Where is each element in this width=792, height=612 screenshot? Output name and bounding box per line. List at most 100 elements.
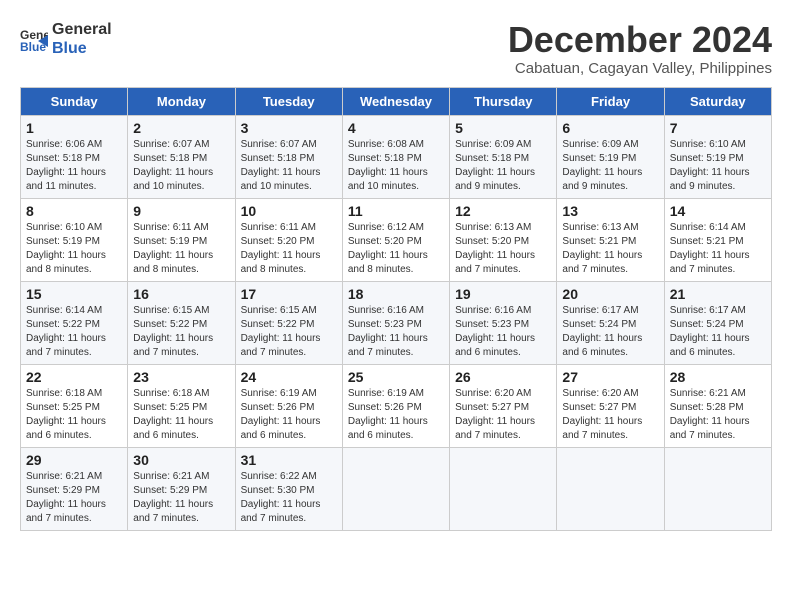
day-number: 25 bbox=[348, 369, 444, 385]
calendar-week-row: 1 Sunrise: 6:06 AMSunset: 5:18 PMDaylight… bbox=[21, 115, 772, 198]
day-number: 11 bbox=[348, 203, 444, 219]
day-info: Sunrise: 6:16 AMSunset: 5:23 PMDaylight:… bbox=[348, 304, 444, 360]
calendar-day-cell: 19Sunrise: 6:16 AMSunset: 5:23 PMDayligh… bbox=[450, 281, 557, 364]
calendar-day-cell: 18Sunrise: 6:16 AMSunset: 5:23 PMDayligh… bbox=[342, 281, 449, 364]
location-subtitle: Cabatuan, Cagayan Valley, Philippines bbox=[508, 60, 772, 77]
day-info: Sunrise: 6:17 AMSunset: 5:24 PMDaylight:… bbox=[562, 304, 658, 360]
day-info: Sunrise: 6:13 AMSunset: 5:21 PMDaylight:… bbox=[562, 221, 658, 277]
day-info: Sunrise: 6:10 AMSunset: 5:19 PMDaylight:… bbox=[670, 138, 766, 194]
calendar-day-cell: 29 Sunrise: 6:21 AMSunset: 5:29 PMDayligh… bbox=[21, 447, 128, 530]
calendar-day-cell: 16 Sunrise: 6:15 AMSunset: 5:22 PMDayligh… bbox=[128, 281, 235, 364]
day-info: Sunrise: 6:08 AMSunset: 5:18 PMDaylight:… bbox=[348, 138, 444, 194]
calendar-day-cell: 26 Sunrise: 6:20 AMSunset: 5:27 PMDayligh… bbox=[450, 364, 557, 447]
day-number: 4 bbox=[348, 120, 444, 136]
day-info: Sunrise: 6:06 AMSunset: 5:18 PMDaylight:… bbox=[26, 138, 122, 194]
day-info: Sunrise: 6:13 AMSunset: 5:20 PMDaylight:… bbox=[455, 221, 551, 277]
day-number: 14 bbox=[670, 203, 766, 219]
calendar-day-cell: 28 Sunrise: 6:21 AMSunset: 5:28 PMDayligh… bbox=[664, 364, 771, 447]
day-info: Sunrise: 6:21 AMSunset: 5:29 PMDaylight:… bbox=[26, 470, 122, 526]
calendar-day-cell: 7 Sunrise: 6:10 AMSunset: 5:19 PMDaylight… bbox=[664, 115, 771, 198]
calendar-header-row: SundayMondayTuesdayWednesdayThursdayFrid… bbox=[21, 87, 772, 115]
calendar-day-cell: 2 Sunrise: 6:07 AMSunset: 5:18 PMDaylight… bbox=[128, 115, 235, 198]
day-number: 8 bbox=[26, 203, 122, 219]
calendar-day-cell: 4 Sunrise: 6:08 AMSunset: 5:18 PMDaylight… bbox=[342, 115, 449, 198]
day-header-monday: Monday bbox=[128, 87, 235, 115]
day-number: 22 bbox=[26, 369, 122, 385]
calendar-day-cell: 12 Sunrise: 6:13 AMSunset: 5:20 PMDayligh… bbox=[450, 198, 557, 281]
day-header-friday: Friday bbox=[557, 87, 664, 115]
calendar-day-cell: 8 Sunrise: 6:10 AMSunset: 5:19 PMDaylight… bbox=[21, 198, 128, 281]
day-number: 24 bbox=[241, 369, 337, 385]
day-number: 10 bbox=[241, 203, 337, 219]
calendar-day-cell: 10Sunrise: 6:11 AMSunset: 5:20 PMDayligh… bbox=[235, 198, 342, 281]
page-header: General Blue General Blue December 2024 … bbox=[20, 20, 772, 77]
day-number: 5 bbox=[455, 120, 551, 136]
day-header-saturday: Saturday bbox=[664, 87, 771, 115]
day-info: Sunrise: 6:14 AMSunset: 5:21 PMDaylight:… bbox=[670, 221, 766, 277]
calendar-day-cell: 27 Sunrise: 6:20 AMSunset: 5:27 PMDayligh… bbox=[557, 364, 664, 447]
calendar-day-cell: 23Sunrise: 6:18 AMSunset: 5:25 PMDayligh… bbox=[128, 364, 235, 447]
calendar-day-cell: 11 Sunrise: 6:12 AMSunset: 5:20 PMDayligh… bbox=[342, 198, 449, 281]
calendar-week-row: 29 Sunrise: 6:21 AMSunset: 5:29 PMDayligh… bbox=[21, 447, 772, 530]
day-number: 20 bbox=[562, 286, 658, 302]
day-number: 7 bbox=[670, 120, 766, 136]
month-title: December 2024 bbox=[508, 20, 772, 60]
day-header-wednesday: Wednesday bbox=[342, 87, 449, 115]
calendar-day-cell: 6 Sunrise: 6:09 AMSunset: 5:19 PMDaylight… bbox=[557, 115, 664, 198]
calendar-day-cell: 22Sunrise: 6:18 AMSunset: 5:25 PMDayligh… bbox=[21, 364, 128, 447]
day-header-sunday: Sunday bbox=[21, 87, 128, 115]
day-info: Sunrise: 6:22 AMSunset: 5:30 PMDaylight:… bbox=[241, 470, 337, 526]
day-header-tuesday: Tuesday bbox=[235, 87, 342, 115]
day-info: Sunrise: 6:19 AMSunset: 5:26 PMDaylight:… bbox=[348, 387, 444, 443]
day-info: Sunrise: 6:20 AMSunset: 5:27 PMDaylight:… bbox=[455, 387, 551, 443]
day-info: Sunrise: 6:09 AMSunset: 5:19 PMDaylight:… bbox=[562, 138, 658, 194]
day-info: Sunrise: 6:21 AMSunset: 5:29 PMDaylight:… bbox=[133, 470, 229, 526]
calendar-day-cell: 9 Sunrise: 6:11 AMSunset: 5:19 PMDaylight… bbox=[128, 198, 235, 281]
day-number: 27 bbox=[562, 369, 658, 385]
day-number: 3 bbox=[241, 120, 337, 136]
day-info: Sunrise: 6:07 AMSunset: 5:18 PMDaylight:… bbox=[241, 138, 337, 194]
calendar-day-cell: 1 Sunrise: 6:06 AMSunset: 5:18 PMDaylight… bbox=[21, 115, 128, 198]
day-number: 31 bbox=[241, 452, 337, 468]
day-info: Sunrise: 6:12 AMSunset: 5:20 PMDaylight:… bbox=[348, 221, 444, 277]
day-number: 16 bbox=[133, 286, 229, 302]
logo-icon: General Blue bbox=[20, 25, 48, 53]
day-number: 2 bbox=[133, 120, 229, 136]
day-info: Sunrise: 6:11 AMSunset: 5:19 PMDaylight:… bbox=[133, 221, 229, 277]
day-number: 29 bbox=[26, 452, 122, 468]
calendar-day-cell: 5 Sunrise: 6:09 AMSunset: 5:18 PMDaylight… bbox=[450, 115, 557, 198]
day-info: Sunrise: 6:10 AMSunset: 5:19 PMDaylight:… bbox=[26, 221, 122, 277]
calendar-day-cell: 14 Sunrise: 6:14 AMSunset: 5:21 PMDayligh… bbox=[664, 198, 771, 281]
day-number: 28 bbox=[670, 369, 766, 385]
logo-blue: Blue bbox=[52, 39, 112, 58]
day-info: Sunrise: 6:15 AMSunset: 5:22 PMDaylight:… bbox=[133, 304, 229, 360]
calendar-day-cell bbox=[450, 447, 557, 530]
day-number: 19 bbox=[455, 286, 551, 302]
calendar-day-cell: 30Sunrise: 6:21 AMSunset: 5:29 PMDayligh… bbox=[128, 447, 235, 530]
day-info: Sunrise: 6:18 AMSunset: 5:25 PMDaylight:… bbox=[133, 387, 229, 443]
calendar-day-cell: 25 Sunrise: 6:19 AMSunset: 5:26 PMDayligh… bbox=[342, 364, 449, 447]
day-number: 1 bbox=[26, 120, 122, 136]
day-number: 6 bbox=[562, 120, 658, 136]
calendar-day-cell: 15Sunrise: 6:14 AMSunset: 5:22 PMDayligh… bbox=[21, 281, 128, 364]
day-number: 26 bbox=[455, 369, 551, 385]
day-number: 17 bbox=[241, 286, 337, 302]
day-number: 12 bbox=[455, 203, 551, 219]
logo-general: General bbox=[52, 20, 112, 39]
calendar-day-cell: 31 Sunrise: 6:22 AMSunset: 5:30 PMDayligh… bbox=[235, 447, 342, 530]
day-info: Sunrise: 6:07 AMSunset: 5:18 PMDaylight:… bbox=[133, 138, 229, 194]
calendar-week-row: 22 Sunrise: 6:18 AMSunset: 5:25 PMDayligh… bbox=[21, 364, 772, 447]
calendar-table: SundayMondayTuesdayWednesdayThursdayFrid… bbox=[20, 87, 772, 531]
calendar-day-cell: 3 Sunrise: 6:07 AMSunset: 5:18 PMDaylight… bbox=[235, 115, 342, 198]
calendar-week-row: 15Sunrise: 6:14 AMSunset: 5:22 PMDayligh… bbox=[21, 281, 772, 364]
calendar-day-cell: 17 Sunrise: 6:15 AMSunset: 5:22 PMDayligh… bbox=[235, 281, 342, 364]
day-info: Sunrise: 6:20 AMSunset: 5:27 PMDaylight:… bbox=[562, 387, 658, 443]
day-info: Sunrise: 6:19 AMSunset: 5:26 PMDaylight:… bbox=[241, 387, 337, 443]
calendar-day-cell: 13Sunrise: 6:13 AMSunset: 5:21 PMDayligh… bbox=[557, 198, 664, 281]
day-number: 9 bbox=[133, 203, 229, 219]
day-number: 15 bbox=[26, 286, 122, 302]
day-info: Sunrise: 6:15 AMSunset: 5:22 PMDaylight:… bbox=[241, 304, 337, 360]
day-info: Sunrise: 6:21 AMSunset: 5:28 PMDaylight:… bbox=[670, 387, 766, 443]
day-info: Sunrise: 6:09 AMSunset: 5:18 PMDaylight:… bbox=[455, 138, 551, 194]
calendar-day-cell bbox=[342, 447, 449, 530]
